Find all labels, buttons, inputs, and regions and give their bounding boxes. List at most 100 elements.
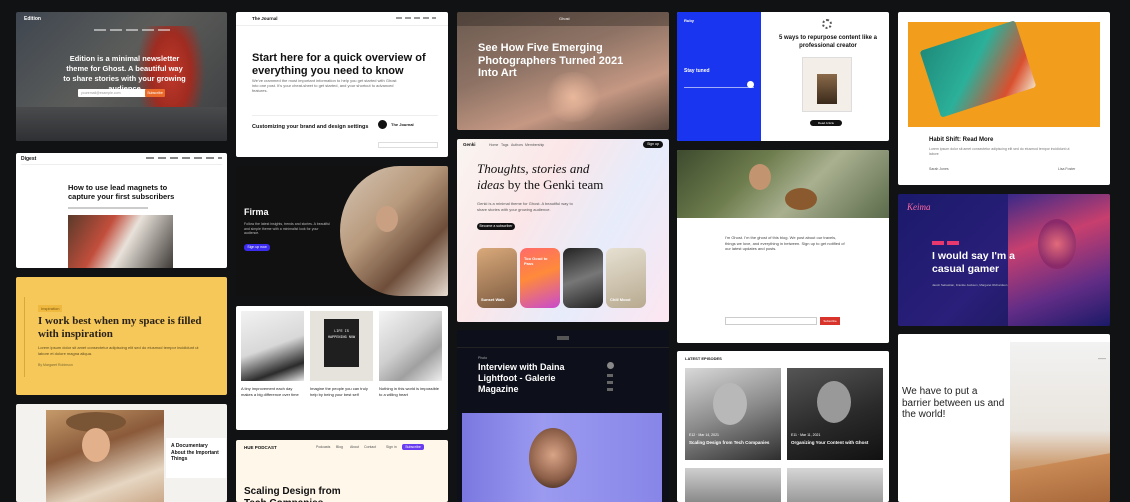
dog-subscribe-button[interactable]: Subscribe (820, 317, 840, 325)
journal-nav[interactable] (396, 17, 436, 19)
grid-image-3 (379, 311, 442, 381)
keima-tag-1[interactable] (932, 241, 944, 245)
interview-topbar-divider (457, 347, 669, 348)
interview-headline: Interview with Daina Lightfoot - Galerie… (478, 362, 565, 394)
edition-email-field[interactable]: youremail@example.com (78, 89, 148, 97)
hue-logo[interactable]: HUE PODCAST (244, 445, 277, 450)
genki-headline: Thoughts, stories and ideas by the Genki… (477, 161, 607, 193)
journal-sidebar-title: The Journal (391, 122, 414, 127)
journal-article-divider (252, 115, 438, 116)
episodes-card[interactable]: LATEST EPISODES E12 · Mar 14, 2021 Scali… (677, 351, 889, 502)
edition-nav[interactable] (94, 18, 174, 36)
genki-signup-button[interactable]: Sign up (643, 141, 663, 148)
genki-nav-2[interactable]: Tags (501, 143, 508, 147)
dog-shape (785, 188, 817, 210)
digest-nav[interactable] (146, 157, 222, 159)
dog-blog-card[interactable]: I'm Ghost. I'm the ghost of this blog. W… (677, 150, 889, 343)
book-author-a[interactable]: Sarah Jones (929, 167, 949, 171)
ruby-theme-card[interactable]: Ruby Stay tuned 5 ways to repurpose cont… (677, 12, 889, 141)
genki-card-3[interactable] (563, 248, 603, 308)
hue-podcast-card[interactable]: HUE PODCAST Podcasts Blog About Contact … (236, 440, 448, 502)
grid-caption-3[interactable]: Nothing in this world is impossible to a… (379, 386, 442, 397)
journal-logo[interactable]: The Journal (252, 16, 278, 21)
episode-2-meta: E11 · Mar 11, 2021 (791, 433, 821, 437)
firma-logo[interactable]: Firma (244, 207, 269, 217)
edition-logo[interactable]: Edition (24, 16, 41, 22)
journal-headline: Start here for a quick overview of every… (252, 52, 426, 77)
interview-nav-logo[interactable] (557, 336, 569, 340)
ruby-headline: 5 ways to repurpose content like a profe… (778, 35, 878, 49)
genki-nav-4[interactable]: Membership (525, 143, 544, 147)
yellow-side-rule (24, 297, 25, 377)
yellow-tag[interactable]: Inspiration (38, 305, 63, 312)
ruby-email-line[interactable] (684, 87, 754, 88)
firma-theme-card[interactable]: Firma Follow the latest insights, trends… (236, 166, 448, 296)
episode-1-meta: E12 · Mar 14, 2021 (689, 433, 719, 437)
journal-article-title[interactable]: Customizing your brand and design settin… (252, 124, 372, 130)
genki-theme-card[interactable]: Genki Home Tags Authors Membership Sign … (457, 139, 669, 322)
genki-logo[interactable]: Genki (463, 142, 476, 147)
ruby-subscribe-title: Stay tuned (684, 68, 710, 74)
barrier-mark: — (1098, 354, 1106, 363)
genki-card-1[interactable]: Sunset Walk (477, 248, 517, 308)
genki-card-4[interactable]: Chill Mood (606, 248, 646, 308)
genki-nav-1[interactable]: Home (489, 143, 498, 147)
interview-card[interactable]: Photo Interview with Daina Lightfoot - G… (457, 330, 669, 502)
theme-gallery-wall: Edition Edition is a minimal newsletter … (0, 0, 1130, 502)
book-author-b[interactable]: Lisa Foster (1058, 167, 1075, 171)
sand-dune (1010, 444, 1110, 502)
genki-nav-3[interactable]: Authors (511, 143, 523, 147)
keima-theme-card[interactable]: Keima I would say I'm a casual gamer Jac… (898, 194, 1110, 326)
digest-divider (21, 164, 222, 165)
ruby-read-button[interactable]: Read Article (810, 120, 842, 126)
dog-email-field[interactable] (725, 317, 817, 325)
habit-shift-card[interactable]: Habit Shift: Read More Lorem ipsum dolor… (898, 12, 1110, 185)
quotes-grid-card[interactable]: LIFE IS HAPPENING NOW A tiny improvement… (236, 306, 448, 430)
genki-body: Genki is a minimal theme for Ghost. A be… (477, 201, 573, 212)
journal-subscribe-field[interactable] (378, 142, 438, 148)
hue-subscribe-button[interactable]: Subscribe (402, 444, 424, 450)
interview-share-icons[interactable] (607, 374, 613, 394)
hue-nav-1[interactable]: Podcasts (316, 445, 330, 449)
episode-4-photo[interactable] (787, 468, 883, 502)
hue-signin-link[interactable]: Sign in (386, 445, 397, 449)
book-title[interactable]: Habit Shift: Read More (929, 137, 993, 143)
keima-tag-2[interactable] (947, 241, 959, 245)
grid-caption-1[interactable]: A tiny improvement each day makes a big … (241, 386, 304, 397)
barrier-headline: We have to put a barrier between us and … (902, 386, 1005, 420)
photographers-card[interactable]: Ghost See How Five Emerging Photographer… (457, 12, 669, 130)
genki-card-2[interactable]: Too Good to Pass (520, 248, 560, 308)
episode-3-photo[interactable] (685, 468, 781, 502)
episode-2-title[interactable]: Organizing Your Content with Ghost (791, 440, 877, 446)
barrier-quote-card[interactable]: We have to put a barrier between us and … (898, 334, 1110, 502)
edition-email-placeholder: youremail@example.com (81, 91, 121, 95)
episode-1-face (713, 383, 747, 425)
digest-theme-card[interactable]: Digest How to use lead magnets to captur… (16, 153, 227, 268)
keima-logo[interactable]: Keima (907, 202, 931, 212)
genki-card-2-title: Too Good to Pass (524, 256, 548, 266)
genki-headline-rest: by the Genki team (507, 177, 604, 192)
documentary-caption-box: A Documentary About the Important Things (166, 438, 226, 478)
interview-tag[interactable]: Photo (478, 356, 487, 360)
hue-nav-2[interactable]: Blog (336, 445, 343, 449)
episode-1-title[interactable]: Scaling Design from Tech Companies (689, 440, 775, 446)
hue-nav-3[interactable]: About (350, 445, 359, 449)
edition-headline: Edition is a minimal newsletter theme fo… (63, 54, 186, 93)
keima-authors: Jacob Sebastian, Frankie Jackson, Margar… (932, 283, 1008, 287)
hue-nav-4[interactable]: Contact (364, 445, 376, 449)
ruby-blue-panel (677, 12, 761, 141)
journal-theme-card[interactable]: The Journal Start here for a quick overv… (236, 12, 448, 157)
genki-subscribe-button[interactable]: Become a subscriber (477, 223, 515, 230)
edition-theme-card[interactable]: Edition Edition is a minimal newsletter … (16, 12, 227, 141)
grid-caption-2[interactable]: Imagine the people you can truly help by… (310, 386, 373, 397)
genki-card-1-title: Sunset Walk (481, 297, 505, 302)
photo-headline: See How Five Emerging Photographers Turn… (478, 42, 624, 79)
documentary-card[interactable]: A Documentary About the Important Things (16, 404, 227, 502)
edition-subscribe-button[interactable]: Subscribe (145, 89, 165, 97)
digest-logo[interactable]: Digest (21, 156, 36, 162)
yellow-inspiration-card[interactable]: Inspiration I work best when my space is… (16, 277, 227, 395)
ruby-submit-button[interactable] (747, 81, 754, 88)
firma-cta-button[interactable]: Sign up now (244, 244, 270, 251)
ruby-brand[interactable]: Ruby (684, 18, 694, 23)
photo-logo[interactable]: Ghost (559, 16, 570, 21)
